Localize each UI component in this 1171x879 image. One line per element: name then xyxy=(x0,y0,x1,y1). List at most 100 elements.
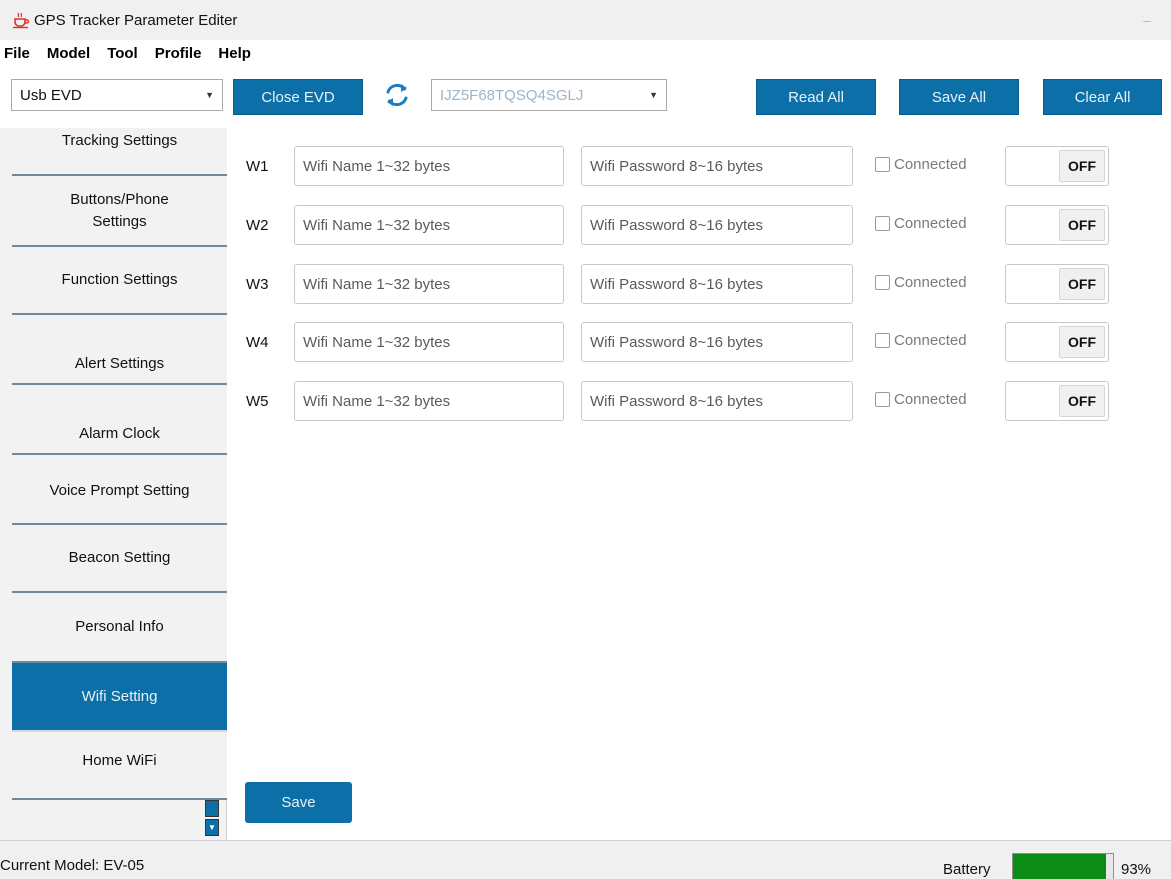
menu-file[interactable]: File xyxy=(4,45,30,62)
connected-label: Connected xyxy=(894,391,967,408)
connected-label: Connected xyxy=(894,215,967,232)
connected-checkbox[interactable]: Connected xyxy=(875,391,967,408)
battery-label: Battery xyxy=(943,861,991,878)
wifi-row-label: W4 xyxy=(246,334,269,351)
dropdown-arrow-icon: ▼ xyxy=(205,90,214,100)
divider xyxy=(12,798,227,800)
wifi-toggle[interactable]: OFF xyxy=(1005,264,1109,304)
read-all-button[interactable]: Read All xyxy=(756,79,876,115)
checkbox-icon[interactable] xyxy=(875,333,890,348)
scroll-up-button[interactable] xyxy=(205,800,219,817)
wifi-name-input[interactable] xyxy=(294,205,564,245)
wifi-toggle[interactable]: OFF xyxy=(1005,205,1109,245)
wifi-toggle[interactable]: OFF xyxy=(1005,322,1109,362)
wifi-row-label: W2 xyxy=(246,217,269,234)
sidebar-item-wifi-setting[interactable]: Wifi Setting xyxy=(12,663,227,730)
sidebar-item-label: Tracking Settings xyxy=(61,132,178,149)
wifi-name-input[interactable] xyxy=(294,322,564,362)
menu-bar: File Model Tool Profile Help xyxy=(0,40,1171,66)
menu-tool[interactable]: Tool xyxy=(107,45,138,62)
device-select[interactable]: IJZ5F68TQSQ4SGLJ ▼ xyxy=(431,79,667,111)
wifi-row: W5 Connected OFF xyxy=(228,381,1171,425)
checkbox-icon[interactable] xyxy=(875,275,890,290)
battery-level-bar xyxy=(1012,853,1114,879)
toggle-state-label: OFF xyxy=(1059,209,1105,241)
menu-help[interactable]: Help xyxy=(218,45,251,62)
checkbox-icon[interactable] xyxy=(875,157,890,172)
sidebar-item-label: Beacon Setting xyxy=(68,549,171,567)
sidebar-item-label: Personal Info xyxy=(75,618,164,636)
sidebar-item-tracking-settings[interactable]: Tracking Settings xyxy=(12,128,227,174)
wifi-name-input[interactable] xyxy=(294,146,564,186)
toggle-state-label: OFF xyxy=(1059,150,1105,182)
sidebar-item-label: Wifi Setting xyxy=(81,687,158,705)
connection-select-value: Usb EVD xyxy=(20,86,82,104)
wifi-row: W3 Connected OFF xyxy=(228,264,1171,308)
minimize-button[interactable]: – xyxy=(1143,12,1151,28)
checkbox-icon[interactable] xyxy=(875,392,890,407)
save-all-button[interactable]: Save All xyxy=(899,79,1019,115)
sidebar-item-alarm-clock[interactable]: Alarm Clock xyxy=(12,385,227,453)
sidebar-item-beacon-setting[interactable]: Beacon Setting xyxy=(12,525,227,591)
toolbar: Usb EVD ▼ Close EVD IJZ5F68TQSQ4SGLJ ▼ R… xyxy=(0,66,1171,128)
sidebar-item-alert-settings[interactable]: Alert Settings xyxy=(12,315,227,383)
menu-model[interactable]: Model xyxy=(47,45,90,62)
wifi-toggle[interactable]: OFF xyxy=(1005,146,1109,186)
sidebar-item-voice-prompt-setting[interactable]: Voice Prompt Setting xyxy=(12,455,227,523)
menu-profile[interactable]: Profile xyxy=(155,45,202,62)
wifi-row-label: W1 xyxy=(246,158,269,175)
toggle-state-label: OFF xyxy=(1059,326,1105,358)
connected-checkbox[interactable]: Connected xyxy=(875,215,967,232)
wifi-toggle[interactable]: OFF xyxy=(1005,381,1109,421)
clear-all-button[interactable]: Clear All xyxy=(1043,79,1162,115)
status-bar: Current Model: EV-05 Battery 93% xyxy=(0,840,1171,879)
current-model-text: Current Model: EV-05 xyxy=(0,857,145,874)
checkbox-icon[interactable] xyxy=(875,216,890,231)
connected-checkbox[interactable]: Connected xyxy=(875,332,967,349)
connected-checkbox[interactable]: Connected xyxy=(875,156,967,173)
sidebar-item-label: Alert Settings xyxy=(74,355,165,373)
wifi-settings-panel: W1 Connected OFF W2 Connected OFF W3 Con… xyxy=(228,128,1171,840)
toggle-state-label: OFF xyxy=(1059,385,1105,417)
connected-checkbox[interactable]: Connected xyxy=(875,274,967,291)
wifi-password-input[interactable] xyxy=(581,205,853,245)
wifi-password-input[interactable] xyxy=(581,264,853,304)
connection-select[interactable]: Usb EVD ▼ xyxy=(11,79,223,111)
sidebar-item-label: Buttons/Phone Settings xyxy=(70,190,169,230)
wifi-row: W1 Connected OFF xyxy=(228,146,1171,190)
wifi-row: W4 Connected OFF xyxy=(228,322,1171,366)
scroll-down-arrow-icon[interactable]: ▼ xyxy=(205,819,219,836)
sidebar-item-personal-info[interactable]: Personal Info xyxy=(12,593,227,661)
window-title: GPS Tracker Parameter Editer xyxy=(34,11,238,29)
sidebar-scrollbar[interactable]: ▼ xyxy=(205,800,219,836)
wifi-row-label: W3 xyxy=(246,276,269,293)
toggle-state-label: OFF xyxy=(1059,268,1105,300)
sidebar-item-label: Voice Prompt Setting xyxy=(49,482,190,500)
connected-label: Connected xyxy=(894,332,967,349)
dropdown-arrow-icon: ▼ xyxy=(649,90,658,100)
save-button[interactable]: Save xyxy=(245,782,352,823)
app-icon xyxy=(13,12,30,29)
close-evd-button[interactable]: Close EVD xyxy=(233,79,363,115)
wifi-row: W2 Connected OFF xyxy=(228,205,1171,249)
refresh-icon[interactable] xyxy=(382,80,412,110)
sidebar-item-function-settings[interactable]: Function Settings xyxy=(12,247,227,313)
wifi-name-input[interactable] xyxy=(294,264,564,304)
title-bar: GPS Tracker Parameter Editer – xyxy=(0,0,1171,40)
connected-label: Connected xyxy=(894,274,967,291)
sidebar-item-label: Function Settings xyxy=(61,271,178,289)
wifi-password-input[interactable] xyxy=(581,381,853,421)
sidebar-item-label: Alarm Clock xyxy=(79,425,160,443)
connected-label: Connected xyxy=(894,156,967,173)
sidebar: Tracking Settings Buttons/Phone Settings… xyxy=(0,128,227,840)
sidebar-item-label: Home WiFi xyxy=(82,752,157,770)
wifi-name-input[interactable] xyxy=(294,381,564,421)
device-select-value: IJZ5F68TQSQ4SGLJ xyxy=(440,86,584,104)
sidebar-item-home-wifi[interactable]: Home WiFi xyxy=(12,732,227,798)
wifi-password-input[interactable] xyxy=(581,146,853,186)
wifi-row-label: W5 xyxy=(246,393,269,410)
sidebar-item-buttons-phone-settings[interactable]: Buttons/Phone Settings xyxy=(12,176,227,245)
battery-percent: 93% xyxy=(1121,861,1152,878)
battery-level-fill xyxy=(1013,854,1106,879)
wifi-password-input[interactable] xyxy=(581,322,853,362)
